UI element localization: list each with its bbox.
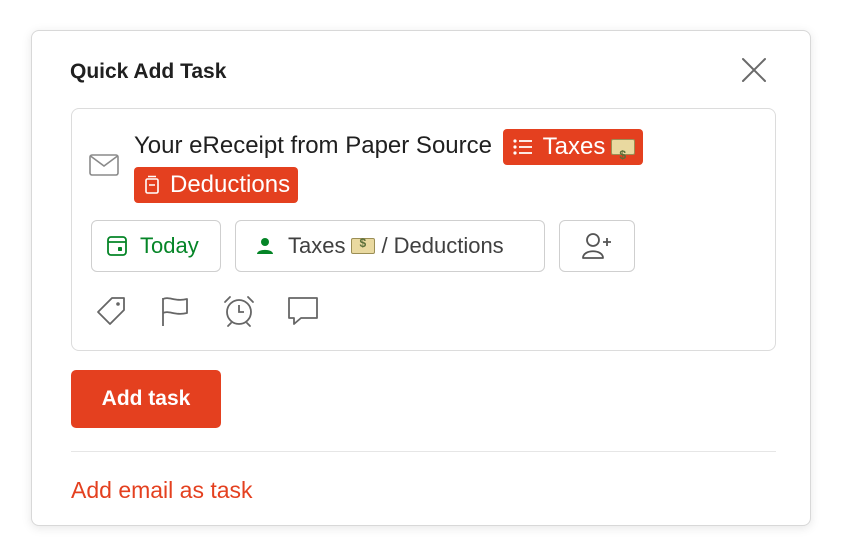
alarm-icon[interactable] <box>222 294 256 328</box>
money-emoji-icon <box>611 137 636 173</box>
priority-button[interactable] <box>158 294 192 328</box>
comment-icon[interactable] <box>286 295 320 327</box>
divider <box>71 451 776 452</box>
due-date-button[interactable]: Today <box>91 220 221 272</box>
add-email-as-task-link[interactable]: Add email as task <box>71 476 253 504</box>
due-date-label: Today <box>140 233 199 258</box>
task-name-text: Your eReceipt from Paper Source <box>134 132 492 159</box>
project-selector-section: Deductions <box>393 233 504 258</box>
person-icon <box>257 238 273 254</box>
section-icon <box>145 175 159 194</box>
add-task-button[interactable]: Add task <box>71 370 221 428</box>
quick-add-dialog: Quick Add Task Your eReceipt from Paper … <box>31 30 811 526</box>
project-separator: / <box>381 233 388 258</box>
comment-button[interactable] <box>286 294 320 328</box>
label-button[interactable] <box>94 294 128 328</box>
task-action-icons <box>94 294 320 328</box>
money-emoji-icon <box>351 236 376 254</box>
assign-button[interactable] <box>559 220 635 272</box>
close-icon[interactable] <box>740 56 768 84</box>
close-button[interactable] <box>740 56 768 84</box>
project-selector-button[interactable]: Taxes / Deductions <box>235 220 545 272</box>
dialog-title: Quick Add Task <box>70 60 227 83</box>
project-selector-project: Taxes <box>288 233 346 258</box>
calendar-icon <box>107 236 127 256</box>
mail-icon <box>89 154 119 176</box>
list-icon <box>513 139 532 155</box>
flag-icon[interactable] <box>159 295 191 327</box>
task-name-input[interactable]: Your eReceipt from Paper Source Taxes De… <box>134 127 754 203</box>
section-chip-label: Deductions <box>170 170 291 198</box>
task-editor[interactable]: Your eReceipt from Paper Source Taxes De… <box>71 108 776 351</box>
task-attribute-row: Today Taxes / Deductions <box>91 220 635 272</box>
project-chip-label: Taxes <box>542 132 606 160</box>
section-chip[interactable]: Deductions <box>134 166 299 203</box>
label-icon[interactable] <box>95 295 127 327</box>
reminder-button[interactable] <box>222 294 256 328</box>
project-chip[interactable]: Taxes <box>502 128 644 173</box>
add-person-icon <box>582 233 611 259</box>
